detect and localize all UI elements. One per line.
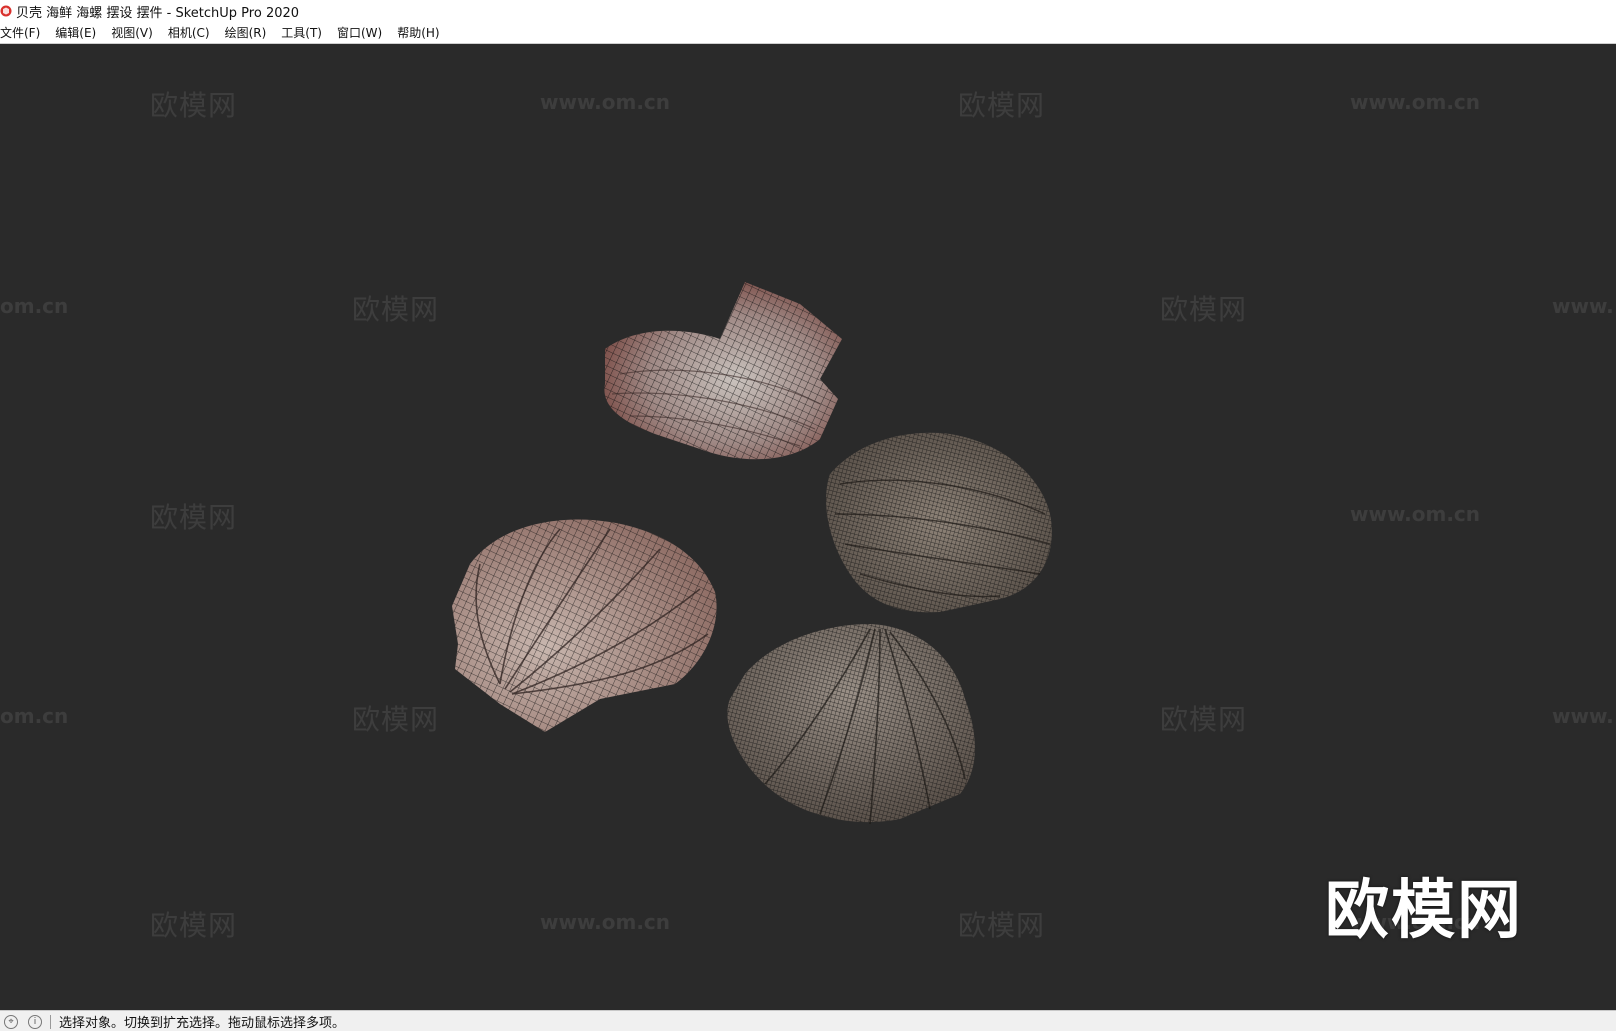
watermark-url-partial: om.cn xyxy=(0,704,69,728)
watermark-url: www.om.cn xyxy=(540,90,671,114)
menu-tools[interactable]: 工具(T) xyxy=(281,24,329,41)
watermark-cn: 欧模网 xyxy=(150,501,238,534)
status-bar: ⌖ i 选择对象。切换到扩充选择。拖动鼠标选择多项。 xyxy=(0,1010,1616,1031)
info-icon[interactable]: i xyxy=(28,1014,42,1029)
watermark-cn: 欧模网 xyxy=(352,293,440,326)
watermark-cn: 欧模网 xyxy=(352,703,440,736)
watermark-cn: 欧模网 xyxy=(1160,293,1248,326)
watermark-cn: 欧模网 xyxy=(1160,703,1248,736)
watermark-cn: 欧模网 xyxy=(150,909,238,942)
watermark-cn: 欧模网 xyxy=(958,909,1046,942)
geolocation-icon[interactable]: ⌖ xyxy=(4,1014,18,1029)
status-hint: 选择对象。切换到扩充选择。拖动鼠标选择多项。 xyxy=(59,1016,346,1031)
watermark-url: www.om.cn xyxy=(1350,90,1481,114)
menu-window[interactable]: 窗口(W) xyxy=(337,24,389,41)
watermark-url: www.om.cn xyxy=(1350,502,1481,526)
watermark-url-partial: om.cn xyxy=(0,294,69,318)
sketchup-window: 贝壳 海鲜 海螺 摆设 摆件 - SketchUp Pro 2020 文件(F)… xyxy=(0,0,1616,1031)
shell-left[interactable] xyxy=(452,519,717,732)
menu-help[interactable]: 帮助(H) xyxy=(397,24,446,41)
watermark-url-partial: www. xyxy=(1552,704,1614,728)
menu-bar: 文件(F) 编辑(E) 视图(V) 相机(C) 绘图(R) 工具(T) 窗口(W… xyxy=(0,22,1616,44)
shell-bottom[interactable] xyxy=(727,624,975,825)
watermark-url-partial: www. xyxy=(1552,294,1614,318)
watermark-url: www.om.cn xyxy=(540,910,671,934)
status-divider xyxy=(50,1014,51,1029)
shell-top[interactable] xyxy=(604,282,842,460)
shell-right[interactable] xyxy=(826,432,1052,613)
menu-camera[interactable]: 相机(C) xyxy=(168,24,217,41)
window-title: 贝壳 海鲜 海螺 摆设 摆件 - SketchUp Pro 2020 xyxy=(16,5,300,21)
sketchup-logo-icon xyxy=(0,5,12,17)
watermark-cn: 欧模网 xyxy=(958,89,1046,122)
menu-edit[interactable]: 编辑(E) xyxy=(55,24,103,41)
title-bar: 贝壳 海鲜 海螺 摆设 摆件 - SketchUp Pro 2020 xyxy=(0,0,1616,22)
menu-file[interactable]: 文件(F) xyxy=(0,24,47,41)
watermark-cn: 欧模网 xyxy=(150,89,238,122)
menu-draw[interactable]: 绘图(R) xyxy=(225,24,274,41)
menu-view[interactable]: 视图(V) xyxy=(111,24,160,41)
watermark-logo: 欧模网 xyxy=(1325,874,1523,948)
3d-viewport[interactable]: 欧模网 www.om.cn 欧模网 www.om.cn om.cn 欧模网 欧模… xyxy=(0,44,1616,1010)
